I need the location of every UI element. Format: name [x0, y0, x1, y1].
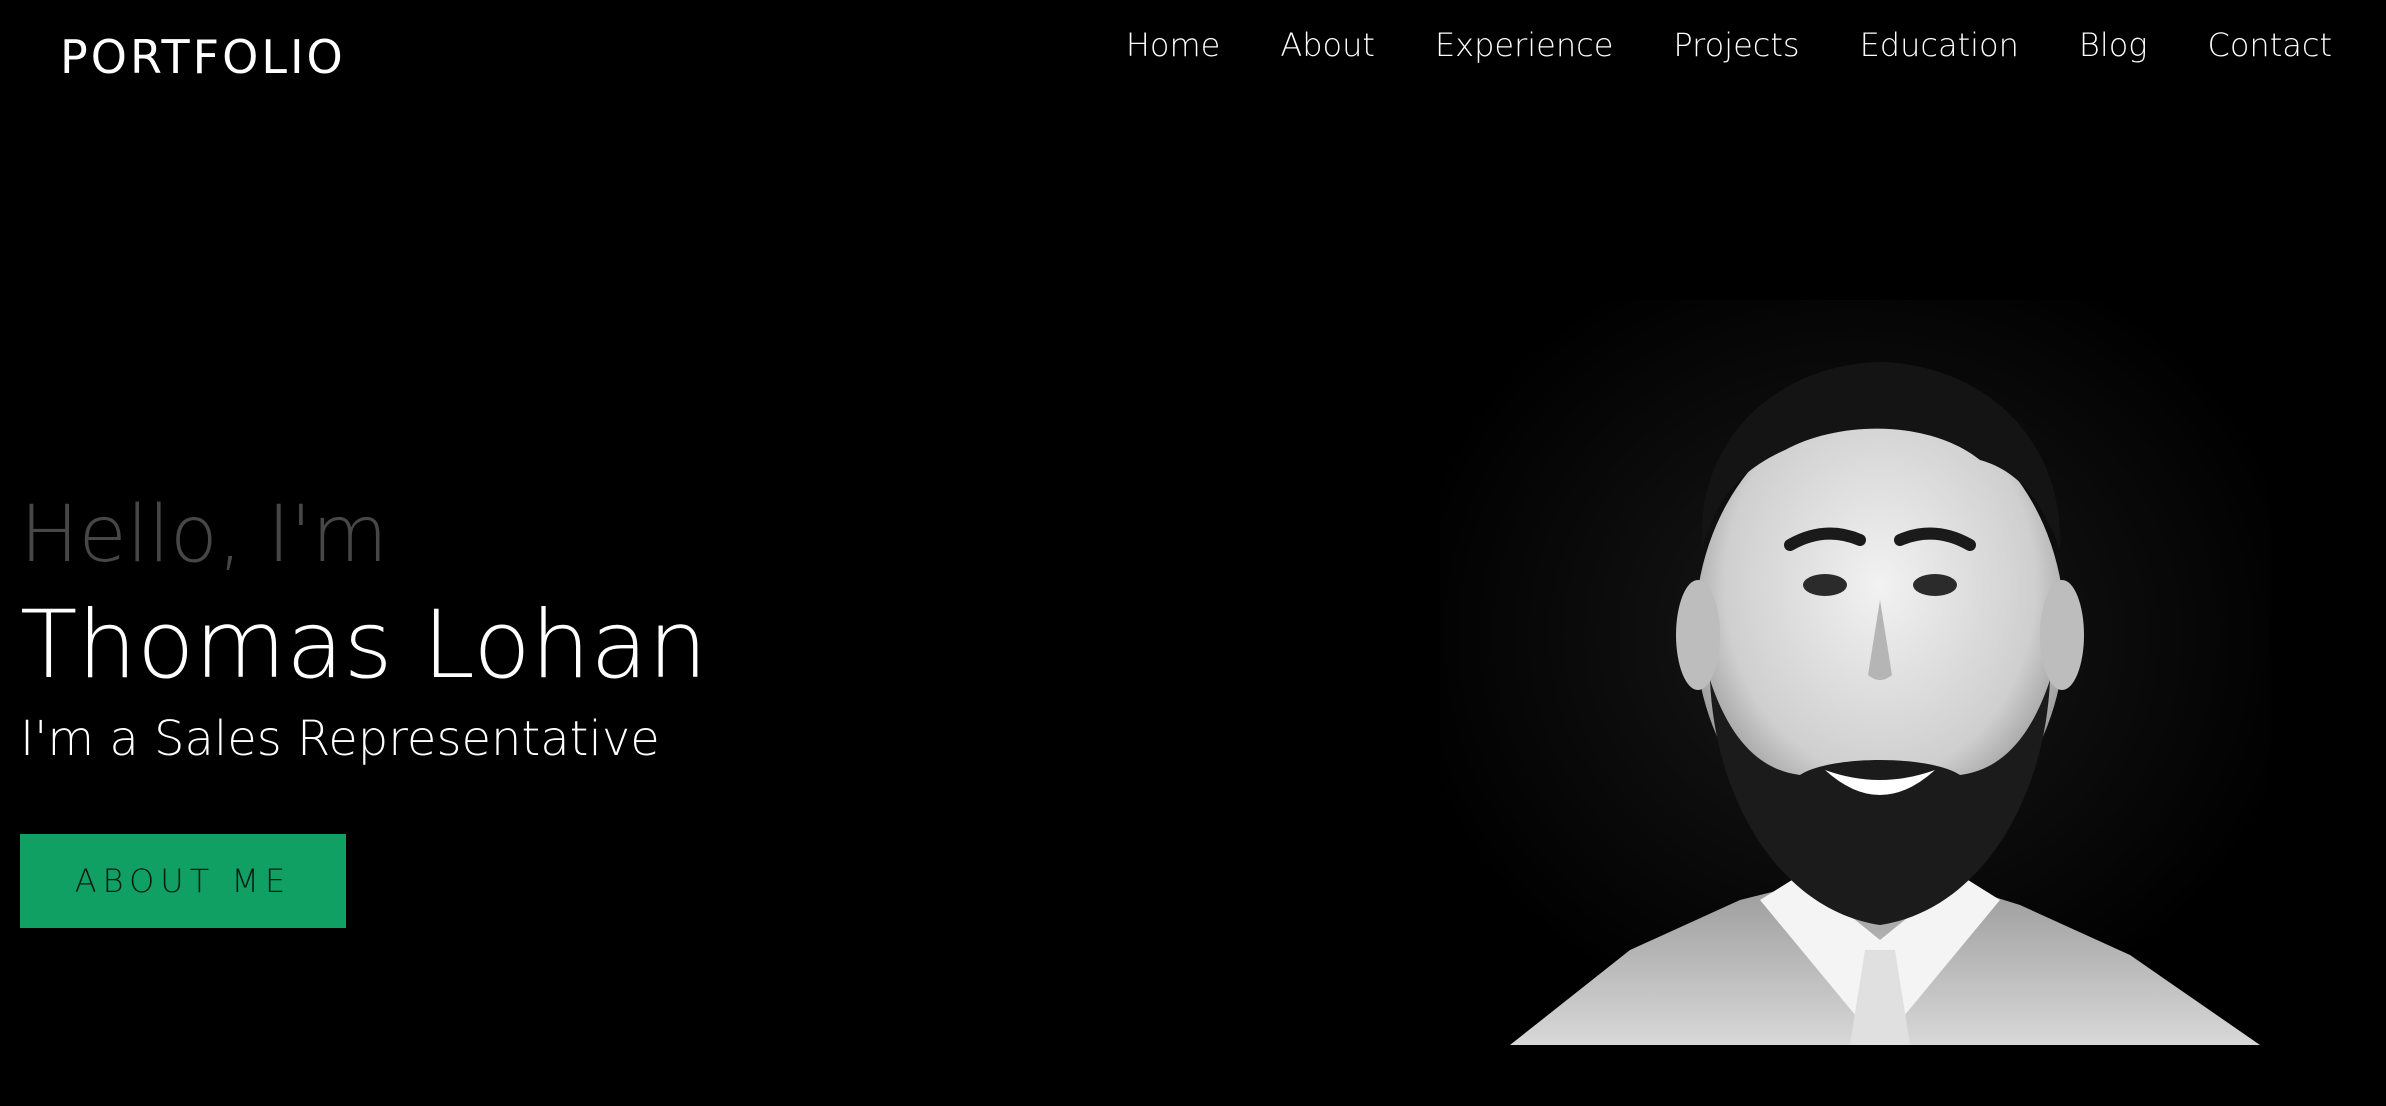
nav-experience[interactable]: Experience: [1435, 22, 1613, 68]
right-ear-shape: [2040, 580, 2084, 690]
hero-intro: Hello, I'm Thomas Lohan I'm a Sales Repr…: [20, 490, 708, 770]
nav-blog[interactable]: Blog: [2079, 22, 2148, 68]
left-eye-shape: [1803, 574, 1847, 596]
main-nav: Home About Experience Projects Education…: [1126, 22, 2332, 68]
brand-logo[interactable]: PORTFOLIO: [60, 28, 346, 86]
hero-name: Thomas Lohan: [20, 591, 708, 700]
profile-photo: [1440, 300, 2270, 1045]
hero-greeting: Hello, I'm: [20, 490, 388, 580]
nav-home[interactable]: Home: [1126, 22, 1221, 68]
left-ear-shape: [1676, 580, 1720, 690]
about-me-button[interactable]: ABOUT ME: [20, 834, 346, 928]
right-eye-shape: [1913, 574, 1957, 596]
nav-contact[interactable]: Contact: [2208, 22, 2333, 68]
nav-about[interactable]: About: [1280, 22, 1375, 68]
nav-education[interactable]: Education: [1860, 22, 2019, 68]
nav-projects[interactable]: Projects: [1673, 22, 1799, 68]
portfolio-page: PORTFOLIO Home About Experience Projects…: [0, 0, 2386, 1106]
hero-role: I'm a Sales Representative: [20, 711, 660, 767]
